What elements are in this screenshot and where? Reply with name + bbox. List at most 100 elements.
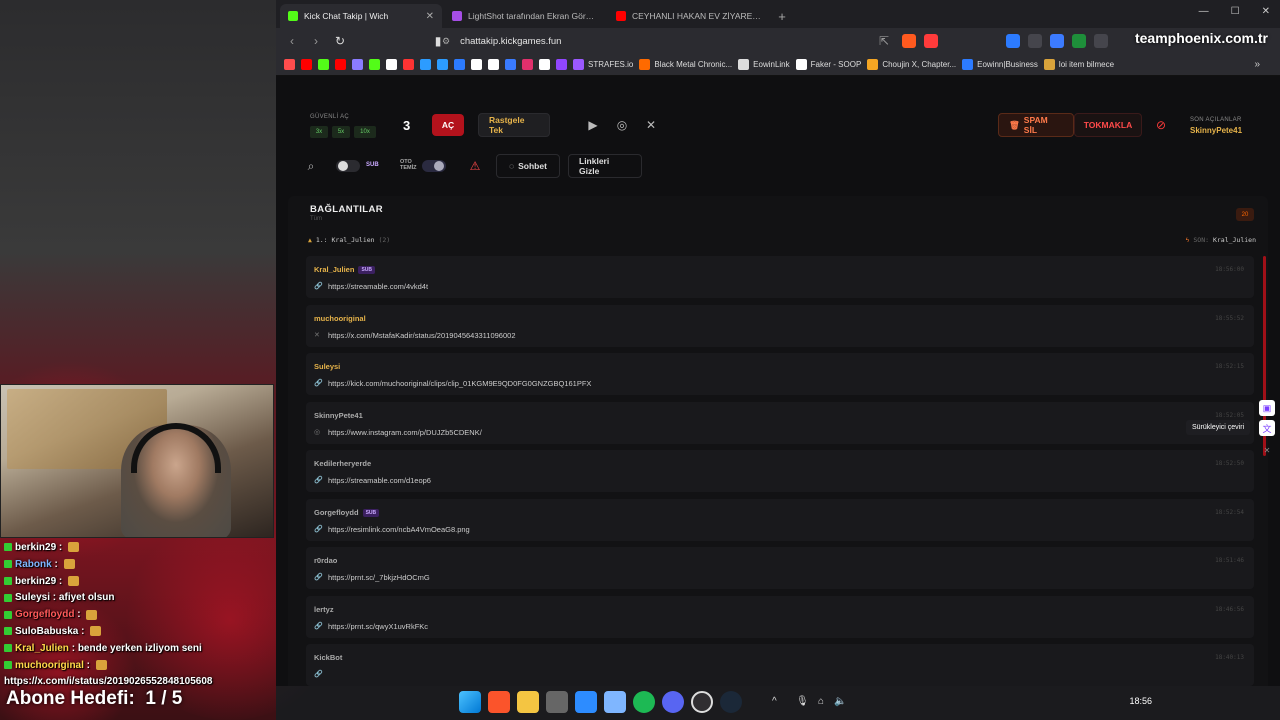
- browser-tab-3[interactable]: CEYHANLI HAKAN EV ZİYARETİ - You: [608, 4, 770, 28]
- sub-toggle[interactable]: [336, 160, 360, 172]
- instagram-icon[interactable]: ◎: [611, 114, 633, 136]
- back-icon[interactable]: ‹: [284, 34, 300, 48]
- bookmark-favicon-13[interactable]: [488, 59, 499, 70]
- bookmark-favicon-17[interactable]: [556, 59, 567, 70]
- link-username[interactable]: Gorgefloydd SUB: [314, 508, 380, 517]
- obs-icon[interactable]: [691, 691, 713, 713]
- link-username[interactable]: KickBot: [314, 653, 342, 662]
- steam-icon[interactable]: [720, 691, 742, 713]
- bookmark-item[interactable]: Choujin X, Chapter...: [867, 59, 956, 70]
- last-opened-user[interactable]: SkinnyPete41: [1190, 126, 1242, 135]
- bookmark-favicon-11[interactable]: [454, 59, 465, 70]
- link-card[interactable]: SkinnyPete41 18:52:05 ◎ https://www.instagr…: [306, 401, 1254, 444]
- link-card[interactable]: r0rdao 18:51:46 🔗 https://prnt.sc/_7bkjzHdO…: [306, 547, 1254, 589]
- bookmark-item[interactable]: loi item bilmece: [1043, 59, 1114, 70]
- link-username[interactable]: muchooriginal: [314, 314, 366, 323]
- bookmark-favicon-16[interactable]: [539, 59, 550, 70]
- browser-tab-2[interactable]: LightShot tarafından Ekran Görüntüsü: [444, 4, 606, 28]
- bookmark-item[interactable]: EowinLink: [738, 59, 790, 70]
- bookmark-icon[interactable]: ▮: [430, 34, 446, 48]
- forward-icon[interactable]: ›: [308, 34, 324, 48]
- extension-icon-3[interactable]: [1050, 34, 1064, 48]
- kick-button[interactable]: TOKMAKLA: [1074, 113, 1142, 137]
- bookmark-favicon-10[interactable]: [437, 59, 448, 70]
- brave-shield-icon[interactable]: [902, 34, 916, 48]
- volume-icon[interactable]: 🔈: [834, 696, 846, 707]
- windows-start-icon[interactable]: [459, 691, 481, 713]
- link-username[interactable]: Kedilerheryerde: [314, 459, 371, 468]
- link-card[interactable]: KickBot 18:40:13 🔗: [306, 644, 1254, 686]
- link-url[interactable]: https://x.com/MstafaKadir/status/2019045…: [328, 331, 516, 340]
- bookmark-favicon-14[interactable]: [505, 59, 516, 70]
- auto-clean-toggle[interactable]: [422, 160, 446, 172]
- ban-icon[interactable]: ⊘: [1150, 114, 1172, 136]
- bookmark-favicon-4[interactable]: [335, 59, 346, 70]
- brave-browser-icon[interactable]: [488, 691, 510, 713]
- new-tab-button[interactable]: +: [772, 4, 792, 28]
- microphone-icon[interactable]: 🎙: [796, 696, 809, 707]
- search-icon[interactable]: ⌕: [300, 155, 322, 177]
- bookmark-favicon-7[interactable]: [386, 59, 397, 70]
- side-close-icon[interactable]: ✕: [1259, 446, 1275, 455]
- extensions-puzzle-icon[interactable]: [1094, 34, 1108, 48]
- link-url[interactable]: https://www.instagram.com/p/DUJZb5CDENK/: [328, 428, 482, 437]
- minimize-icon[interactable]: —: [1199, 6, 1209, 17]
- bookmark-favicon-8[interactable]: [403, 59, 414, 70]
- link-url[interactable]: https://resimlink.com/ncbA4VmOeaG8.png: [328, 525, 470, 534]
- brave-rewards-icon[interactable]: [924, 34, 938, 48]
- tool-app-icon[interactable]: [546, 691, 568, 713]
- chat-button[interactable]: ◌ Sohbet: [496, 154, 560, 178]
- link-username[interactable]: Suleysi: [314, 362, 340, 371]
- link-card[interactable]: Gorgefloydd SUB 18:52:54 🔗 https://resimlink…: [306, 498, 1254, 541]
- bookmark-item[interactable]: Black Metal Chronic...: [639, 59, 732, 70]
- link-username[interactable]: lertyz: [314, 605, 334, 614]
- link-url[interactable]: https://prnt.sc/_7bkjzHdOCmG: [328, 573, 430, 582]
- link-url[interactable]: https://streamable.com/d1eop6: [328, 476, 431, 485]
- close-tab-icon[interactable]: ✕: [426, 11, 434, 22]
- close-window-icon[interactable]: ✕: [1262, 6, 1270, 17]
- link-username[interactable]: r0rdao: [314, 556, 337, 565]
- bookmark-item[interactable]: STRAFES.io: [573, 59, 633, 70]
- maximize-icon[interactable]: ☐: [1231, 6, 1240, 17]
- immersive-translate-icon[interactable]: 文: [1259, 420, 1275, 436]
- bookmark-favicon-15[interactable]: [522, 59, 533, 70]
- link-card[interactable]: Kedilerheryerde 18:52:50 🔗 https://streamab…: [306, 450, 1254, 492]
- link-card[interactable]: Kral_Julien SUB 18:56:00 🔗 https://streamabl…: [306, 256, 1254, 298]
- link-username[interactable]: SkinnyPete41: [314, 411, 363, 420]
- file-explorer-icon[interactable]: [517, 691, 539, 713]
- bookmark-favicon-12[interactable]: [471, 59, 482, 70]
- bookmark-favicon-2[interactable]: [301, 59, 312, 70]
- link-card[interactable]: lertyz 18:46:56 🔗 https://prnt.sc/qwyX1uvRk…: [306, 595, 1254, 638]
- link-card[interactable]: muchooriginal 18:55:52 ✕ https://x.com/Msta…: [306, 304, 1254, 347]
- open-count[interactable]: 3: [403, 118, 410, 133]
- address-bar[interactable]: ⚙ chattakip.kickgames.fun: [436, 31, 906, 51]
- youtube-icon[interactable]: ▶: [582, 114, 604, 136]
- link-username[interactable]: Kral_Julien SUB: [314, 265, 375, 275]
- extension-icon-4[interactable]: [1072, 34, 1086, 48]
- reload-icon[interactable]: ↻: [332, 34, 348, 48]
- bookmark-favicon-6[interactable]: [369, 59, 380, 70]
- network-icon[interactable]: ⌂: [818, 696, 824, 707]
- random-single-button[interactable]: Rastgele Tek: [478, 113, 550, 137]
- multiplier-5x[interactable]: 5x: [332, 126, 350, 138]
- spam-delete-button[interactable]: 🗑 SPAM SİL: [998, 113, 1074, 137]
- bookmark-favicon-9[interactable]: [420, 59, 431, 70]
- link-url[interactable]: https://prnt.sc/qwyX1uvRkFKc: [328, 622, 428, 631]
- tray-overflow-icon[interactable]: ^: [772, 696, 777, 707]
- x-twitter-icon[interactable]: ✕: [640, 114, 662, 136]
- bookmark-item[interactable]: Faker - SOOP: [795, 59, 861, 70]
- link-card[interactable]: Suleysi 18:52:15 🔗 https://kick.com/muchoor…: [306, 353, 1254, 395]
- multiplier-3x[interactable]: 3x: [310, 126, 328, 138]
- bookmarks-overflow-icon[interactable]: »: [1254, 59, 1260, 70]
- bookmark-item[interactable]: Eowinn|Business: [962, 59, 1038, 70]
- warning-icon[interactable]: ⚠: [464, 155, 486, 177]
- spotify-icon[interactable]: [633, 691, 655, 713]
- extension-icon-1[interactable]: [1006, 34, 1020, 48]
- bookmark-favicon-5[interactable]: [352, 59, 363, 70]
- taskbar-clock[interactable]: 18:56: [1129, 696, 1152, 706]
- link-url[interactable]: https://kick.com/muchooriginal/clips/cli…: [328, 379, 591, 388]
- hide-links-button[interactable]: Linkleri Gizle: [568, 154, 642, 178]
- open-button[interactable]: AÇ: [432, 114, 464, 136]
- browser-tab-1[interactable]: Kick Chat Takip | Wich ✕: [280, 4, 442, 28]
- bookmark-favicon-3[interactable]: [318, 59, 329, 70]
